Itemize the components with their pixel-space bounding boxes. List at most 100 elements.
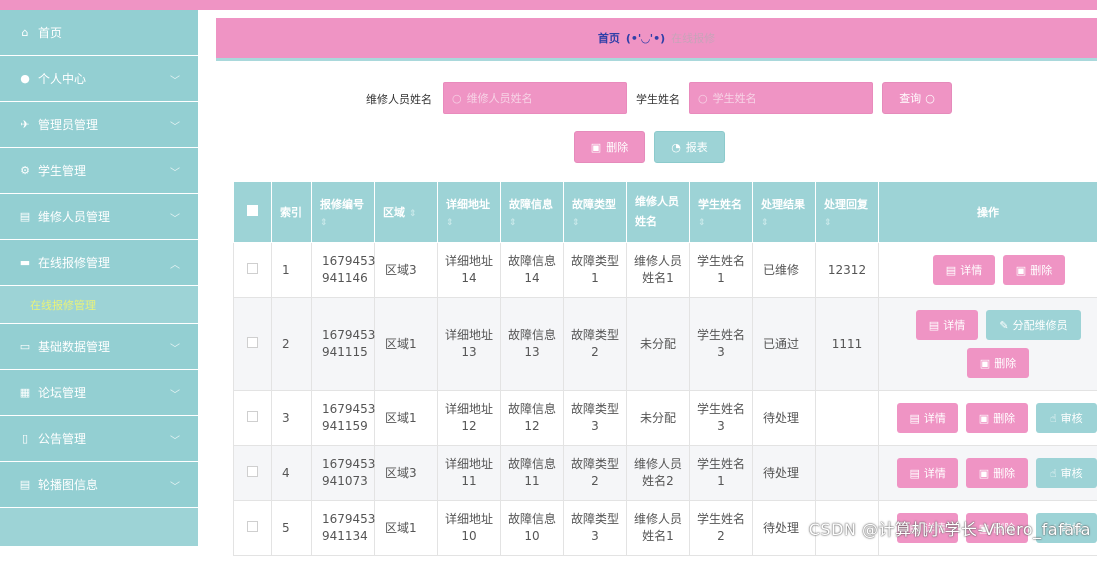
cell-actions: ▤详情 ✎分配维修员 ▣删除 bbox=[879, 298, 1097, 391]
repair-name-input[interactable]: ○ 维修人员姓名 bbox=[443, 82, 627, 114]
cell-student-line2: 3 bbox=[717, 345, 725, 359]
cell-repair-no-line1: 1679453 bbox=[322, 328, 375, 342]
detail-button[interactable]: ▤详情 bbox=[897, 403, 958, 433]
detail-button[interactable]: ▤详情 bbox=[933, 255, 995, 285]
cell-fault-info: 故障信息10 bbox=[501, 501, 564, 556]
sidebar-item-label: 轮播图信息 bbox=[38, 476, 98, 493]
cog-icon: ⚙ bbox=[18, 164, 32, 177]
col-header-repairer[interactable]: 维修人员姓名 bbox=[627, 182, 690, 243]
search-icon: ○ bbox=[925, 92, 935, 105]
col-header-no-label: 报修编号 bbox=[320, 198, 364, 211]
sidebar-item-9[interactable]: ▤轮播图信息﹀ bbox=[0, 462, 198, 508]
audit-label: 审核 bbox=[1061, 465, 1083, 482]
sidebar-item-2[interactable]: ✈ 管理员管理 ﹀ bbox=[0, 102, 198, 148]
student-name-input[interactable]: ○ 学生姓名 bbox=[689, 82, 873, 114]
sidebar-item-6[interactable]: ▭基础数据管理﹀ bbox=[0, 324, 198, 370]
col-header-fault-info-label: 故障信息 bbox=[509, 198, 553, 211]
sort-icon[interactable]: ⇕ bbox=[446, 218, 500, 228]
send-icon: ✈ bbox=[18, 118, 32, 131]
col-header-result[interactable]: 处理结果 ⇕ bbox=[753, 182, 816, 243]
col-header-address[interactable]: 详细地址⇕ bbox=[438, 182, 501, 243]
sort-icon[interactable]: ⇕ bbox=[572, 218, 626, 228]
main-content: 首页 (•'◡'•) 在线报修 维修人员姓名 ○ 维修人员姓名 学生姓名 ○ 学… bbox=[198, 10, 1097, 546]
sidebar: ⌂首页●个人中心﹀ ✈ 管理员管理 ﹀ ⚙学生管理﹀▤维修人员管理﹀▬在线报修管理︿在线… bbox=[0, 10, 198, 546]
cell-fault-type-line1: 故障类型 bbox=[571, 254, 619, 268]
table-row: 31679453941159区域1详细地址12故障信息12故障类型3未分配学生姓… bbox=[234, 391, 1097, 446]
sidebar-item-label: 个人中心 bbox=[38, 70, 86, 87]
cell-student-line2: 1 bbox=[717, 474, 725, 488]
cell-fault-type-line2: 3 bbox=[591, 529, 599, 543]
delete-button[interactable]: ▣删除 bbox=[966, 458, 1027, 488]
query-button[interactable]: 查询 ○ bbox=[882, 82, 952, 114]
cell-student-line2: 2 bbox=[717, 529, 725, 543]
report-button[interactable]: ◔ 报表 bbox=[654, 131, 725, 163]
delete-button[interactable]: ▣删除 bbox=[967, 348, 1029, 378]
cell-area: 区域1 bbox=[375, 501, 438, 556]
repair-table-wrapper: 索引 报修编号⇕ 区域⇕ 详细地址⇕ 故障信息⇕ 故障类型⇕ 维修人员姓名 学生… bbox=[233, 181, 1097, 561]
home-icon: ⌂ bbox=[18, 26, 32, 39]
sort-icon[interactable]: ⇕ bbox=[824, 218, 878, 228]
col-header-actions: 操作 bbox=[879, 182, 1097, 243]
col-header-area[interactable]: 区域⇕ bbox=[375, 182, 438, 243]
chevron-down-icon: ﹀ bbox=[170, 118, 180, 133]
detail-button[interactable]: ▤详情 bbox=[916, 310, 978, 340]
cell-repairer-line1: 未分配 bbox=[640, 411, 676, 425]
col-header-result-label: 处理结果 bbox=[761, 198, 805, 211]
delete-button[interactable]: ▣删除 bbox=[1003, 255, 1065, 285]
cell-reply bbox=[816, 391, 879, 446]
col-header-student-label: 学生姓名 bbox=[698, 198, 742, 211]
sort-icon[interactable]: ⇕ bbox=[509, 218, 563, 228]
document-icon: ▤ bbox=[929, 317, 939, 334]
col-header-student[interactable]: 学生姓名 ⇕ bbox=[690, 182, 753, 243]
sidebar-item-label: 管理员管理 bbox=[38, 116, 98, 133]
col-header-no[interactable]: 报修编号 ⇕ bbox=[312, 182, 375, 243]
sidebar-item-label: 基础数据管理 bbox=[38, 338, 110, 355]
audit-button[interactable]: ☝审核 bbox=[1036, 403, 1097, 433]
cell-repairer: 维修人员姓名2 bbox=[627, 446, 690, 501]
col-header-fault-type[interactable]: 故障类型⇕ bbox=[564, 182, 627, 243]
cell-repair-no-line2: 941073 bbox=[322, 474, 368, 488]
cell-fault-info-line2: 11 bbox=[524, 474, 539, 488]
detail-button[interactable]: ▤详情 bbox=[897, 458, 958, 488]
sidebar-item-4[interactable]: ▤维修人员管理﹀ bbox=[0, 194, 198, 240]
row-checkbox[interactable] bbox=[234, 446, 272, 501]
document-icon: ▤ bbox=[946, 262, 956, 279]
sidebar-item-3[interactable]: ⚙学生管理﹀ bbox=[0, 148, 198, 194]
cell-repairer-line1: 维修人员 bbox=[634, 254, 682, 268]
sidebar-item-label: 在线报修管理 bbox=[38, 254, 110, 271]
cell-student-line2: 3 bbox=[717, 419, 725, 433]
col-header-fault-info[interactable]: 故障信息 ⇕ bbox=[501, 182, 564, 243]
cell-address-line1: 详细地址 bbox=[445, 457, 493, 471]
search-icon: ○ bbox=[698, 92, 708, 105]
assign-repairer-button[interactable]: ✎分配维修员 bbox=[986, 310, 1081, 340]
row-checkbox[interactable] bbox=[234, 501, 272, 556]
breadcrumb-home[interactable]: 首页 bbox=[598, 30, 620, 46]
row-checkbox[interactable] bbox=[234, 391, 272, 446]
cell-fault-info: 故障信息12 bbox=[501, 391, 564, 446]
sidebar-item-5[interactable]: ▬在线报修管理︿ bbox=[0, 240, 198, 286]
repair-name-label: 维修人员姓名 bbox=[366, 91, 432, 107]
sidebar-item-0[interactable]: ⌂首页 bbox=[0, 10, 198, 56]
bulk-delete-button[interactable]: ▣ 删除 bbox=[574, 131, 645, 163]
delete-button[interactable]: ▣删除 bbox=[966, 403, 1027, 433]
select-all-checkbox[interactable] bbox=[234, 182, 272, 243]
trash-icon: ▣ bbox=[979, 410, 989, 427]
sidebar-subitem-online-repair[interactable]: 在线报修管理 bbox=[0, 286, 198, 324]
sidebar-item-8[interactable]: ▯公告管理﹀ bbox=[0, 416, 198, 462]
sidebar-item-1[interactable]: ●个人中心﹀ bbox=[0, 56, 198, 102]
cell-student: 学生姓名1 bbox=[690, 446, 753, 501]
audit-button[interactable]: ☝审核 bbox=[1036, 458, 1097, 488]
sidebar-item-7[interactable]: ▦论坛管理﹀ bbox=[0, 370, 198, 416]
col-header-reply[interactable]: 处理回复⇕ bbox=[816, 182, 879, 243]
cell-fault-info-line2: 13 bbox=[524, 345, 539, 359]
sort-icon[interactable]: ⇕ bbox=[409, 209, 417, 219]
trash-icon: ▣ bbox=[1016, 262, 1026, 279]
sort-icon[interactable]: ⇕ bbox=[761, 218, 815, 228]
cell-repair-no: 1679453941159 bbox=[312, 391, 375, 446]
sort-icon[interactable]: ⇕ bbox=[320, 218, 374, 228]
row-checkbox[interactable] bbox=[234, 243, 272, 298]
sort-icon[interactable]: ⇕ bbox=[698, 218, 752, 228]
row-checkbox[interactable] bbox=[234, 298, 272, 391]
hand-icon: ☝ bbox=[1050, 410, 1057, 427]
document-icon: ▤ bbox=[18, 478, 32, 491]
